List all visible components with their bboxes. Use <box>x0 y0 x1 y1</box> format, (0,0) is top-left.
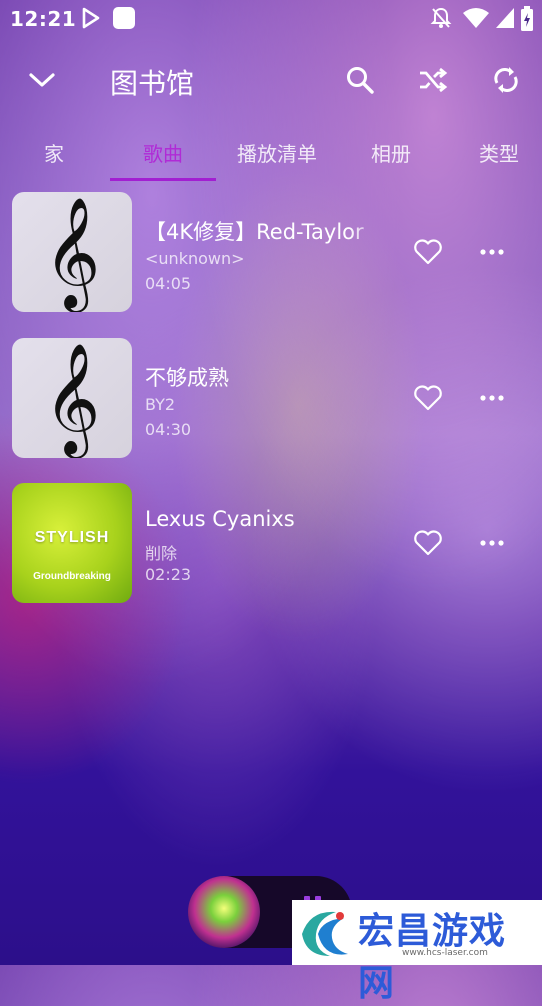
list-item[interactable]: 𝄞 不够成熟 BY2 04:30 <box>0 338 542 460</box>
tab-bar: 家 歌曲 播放清单 相册 类型 <box>0 130 542 182</box>
page-title: 图书馆 <box>110 67 195 100</box>
song-duration: 04:30 <box>145 420 192 439</box>
notification-app-icon <box>112 6 136 34</box>
heart-icon[interactable] <box>412 384 444 412</box>
battery-icon <box>520 6 534 36</box>
song-artist: BY2 <box>145 395 176 414</box>
watermark: 宏昌游戏网 www.hcs-laser.com <box>292 900 542 1004</box>
album-art: STYLISH Groundbreaking <box>12 483 132 603</box>
status-bar: 12:21 <box>0 0 542 38</box>
shuffle-icon[interactable] <box>413 60 453 100</box>
treble-clef-icon: 𝄞 <box>43 342 101 454</box>
song-title: 不够成熟 <box>145 366 229 390</box>
song-title: 【4K修复】Red-Taylor <box>145 220 364 244</box>
treble-clef-icon: 𝄞 <box>43 196 101 308</box>
chevron-down-icon[interactable] <box>22 60 62 100</box>
song-duration: 04:05 <box>145 274 192 293</box>
tab-indicator <box>110 178 216 181</box>
song-title: Lexus Cyanixs <box>145 507 295 531</box>
now-playing-art[interactable] <box>188 876 260 948</box>
song-duration: 02:23 <box>145 565 192 584</box>
album-art: 𝄞 <box>12 338 132 458</box>
list-item[interactable]: STYLISH Groundbreaking Lexus Cyanixs 削除 … <box>0 483 542 605</box>
watermark-logo-icon <box>296 904 354 966</box>
wifi-icon <box>462 6 490 34</box>
tab-home[interactable]: 家 <box>44 138 64 167</box>
tab-playlists[interactable]: 播放清单 <box>237 138 317 167</box>
refresh-icon[interactable] <box>486 60 526 100</box>
watermark-url: www.hcs-laser.com <box>402 948 488 958</box>
song-artist: <unknown> <box>145 249 245 268</box>
heart-icon[interactable] <box>412 238 444 266</box>
status-time: 12:21 <box>10 7 77 31</box>
tab-albums[interactable]: 相册 <box>371 138 411 167</box>
album-art-subtitle: Groundbreaking <box>33 571 111 582</box>
more-options-icon[interactable] <box>478 242 508 262</box>
song-artist: 削除 <box>145 544 178 563</box>
tab-songs[interactable]: 歌曲 <box>143 138 183 167</box>
search-icon[interactable] <box>340 60 380 100</box>
more-options-icon[interactable] <box>478 533 508 553</box>
app-bar: 图书馆 <box>0 48 542 108</box>
list-item[interactable]: 𝄞 【4K修复】Red-Taylor <unknown> 04:05 <box>0 192 542 314</box>
notifications-off-icon <box>430 6 452 34</box>
album-art-title: STYLISH <box>34 529 110 546</box>
album-art: 𝄞 <box>12 192 132 312</box>
play-icon <box>80 6 102 34</box>
cellular-signal-icon <box>494 6 516 34</box>
more-options-icon[interactable] <box>478 388 508 408</box>
heart-icon[interactable] <box>412 529 444 557</box>
tab-genres[interactable]: 类型 <box>479 138 519 167</box>
